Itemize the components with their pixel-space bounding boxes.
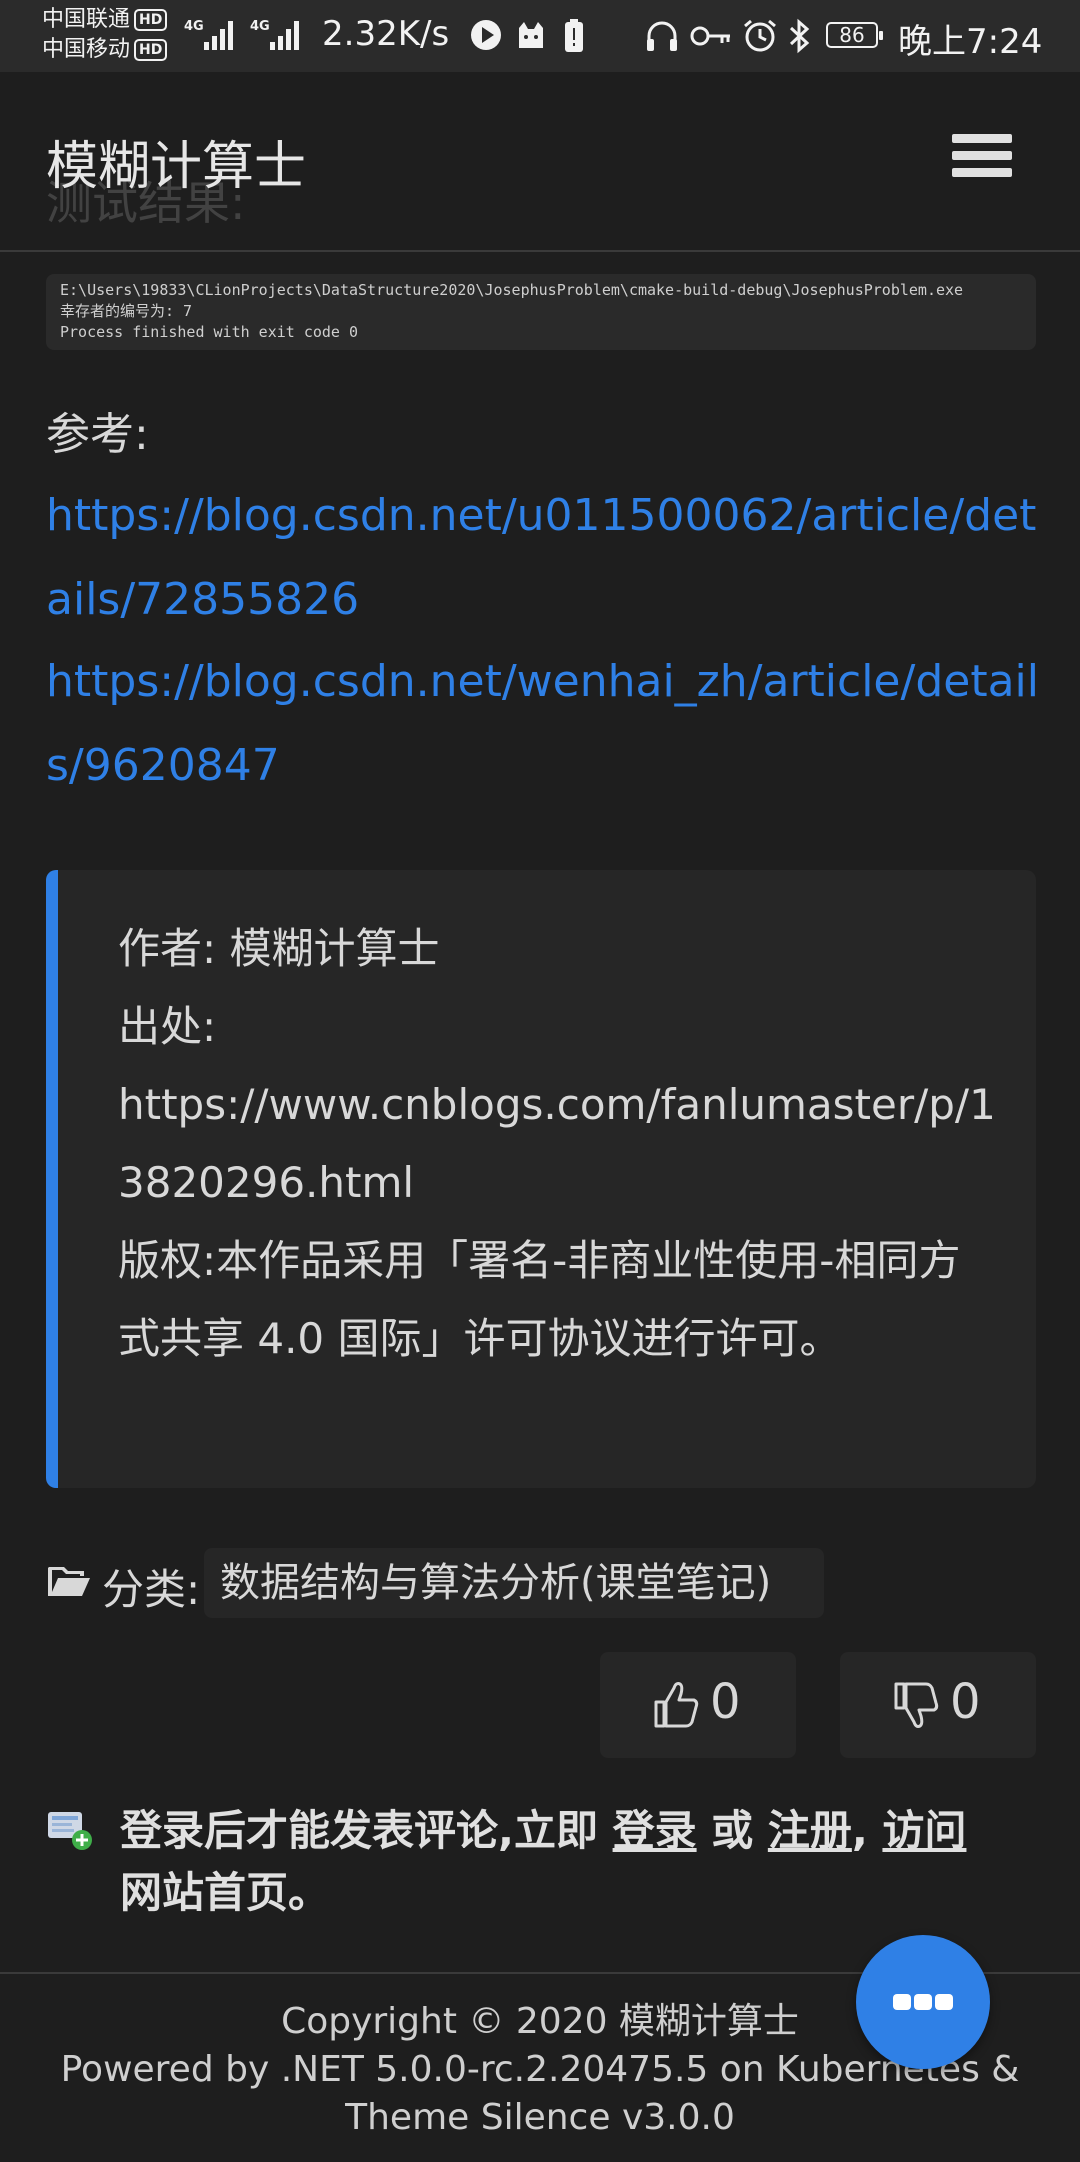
source-label: 出处: <box>118 1002 217 1051</box>
reference-link[interactable]: https://blog.csdn.net/u011500062/article… <box>46 474 1046 642</box>
site-title[interactable]: 模糊计算士 <box>46 124 306 199</box>
references-label: 参考: <box>46 409 149 460</box>
thumbs-down-icon <box>894 1682 939 1728</box>
signal-icon: 4G <box>184 19 233 50</box>
headphones-icon <box>647 21 677 51</box>
folder-open-icon <box>48 1567 90 1596</box>
source-url[interactable]: https://www.cnblogs.com/fanlumaster/p/13… <box>118 1066 996 1222</box>
bluetooth-icon <box>789 18 810 54</box>
hd-badge: HD <box>134 9 168 31</box>
dot <box>893 1994 911 2010</box>
login-prompt-text: 或 <box>696 1806 768 1855</box>
downvote-count: 0 <box>950 1674 981 1730</box>
author-name: 模糊计算士 <box>229 924 440 973</box>
hd-badge: HD <box>134 39 168 61</box>
register-link[interactable]: 注册 <box>768 1806 852 1855</box>
carrier-1: 中国联通 <box>42 7 131 32</box>
battery-level: 86 <box>826 22 883 48</box>
author-line: 作者: 模糊计算士 <box>118 910 996 988</box>
carrier-info: 中国联通 HD 中国移动 HD <box>42 5 168 65</box>
login-prompt-text: , <box>851 1806 883 1855</box>
alarm-icon <box>744 19 776 52</box>
cat-icon <box>519 22 543 48</box>
dot <box>914 1994 932 2010</box>
add-comment-icon <box>48 1812 92 1850</box>
license-text: 版权:本作品采用「署名-非商业性使用-相同方式共享 4.0 国际」许可协议进行许… <box>118 1236 961 1363</box>
upvote-button[interactable]: 0 <box>600 1652 796 1758</box>
more-actions-button[interactable] <box>856 1935 990 2069</box>
author-label: 作者: <box>118 924 217 973</box>
code-line: 幸存者的编号为: 7 <box>60 302 193 320</box>
dot <box>935 1994 953 2010</box>
visit-homepage-link[interactable]: 访问 <box>882 1806 966 1855</box>
battery-alert-icon <box>565 19 583 52</box>
status-bar: 中国联通 HD 中国移动 HD 4G 4G 2.32K/s 86 晚上7:24 <box>0 0 1080 72</box>
signal-icon: 4G <box>250 19 299 50</box>
code-output-block: E:\Users\19833\CLionProjects\DataStructu… <box>46 274 1036 350</box>
svg-text:4G: 4G <box>250 19 270 34</box>
play-icon <box>471 20 501 50</box>
login-prompt: 登录后才能发表评论,立即 登录 或 注册, 访问网站首页。 <box>120 1800 1040 1924</box>
thumbs-up-icon <box>654 1682 699 1728</box>
homepage-text: 网站首页。 <box>120 1868 331 1917</box>
key-icon <box>690 26 730 46</box>
carrier-2: 中国移动 <box>42 37 131 62</box>
category-tag[interactable]: 数据结构与算法分析(课堂笔记) <box>204 1548 824 1618</box>
code-line: E:\Users\19833\CLionProjects\DataStructu… <box>60 281 964 299</box>
copyright-box: 作者: 模糊计算士 出处: https://www.cnblogs.com/fa… <box>46 870 1036 1488</box>
category-label: 分类: <box>102 1565 201 1614</box>
login-prompt-text: 登录后才能发表评论,立即 <box>120 1806 613 1855</box>
svg-text:4G: 4G <box>184 19 204 34</box>
top-navbar: 测试结果: 模糊计算士 <box>0 72 1080 252</box>
login-link[interactable]: 登录 <box>613 1806 697 1855</box>
clock: 晚上7:24 <box>898 22 1043 62</box>
code-line: Process finished with exit code 0 <box>60 323 359 341</box>
upvote-count: 0 <box>710 1674 741 1730</box>
downvote-button[interactable]: 0 <box>840 1652 1036 1758</box>
net-speed: 2.32K/s <box>322 14 450 54</box>
reference-link[interactable]: https://blog.csdn.net/wenhai_zh/article/… <box>46 640 1046 808</box>
hamburger-menu-icon[interactable] <box>952 134 1012 186</box>
